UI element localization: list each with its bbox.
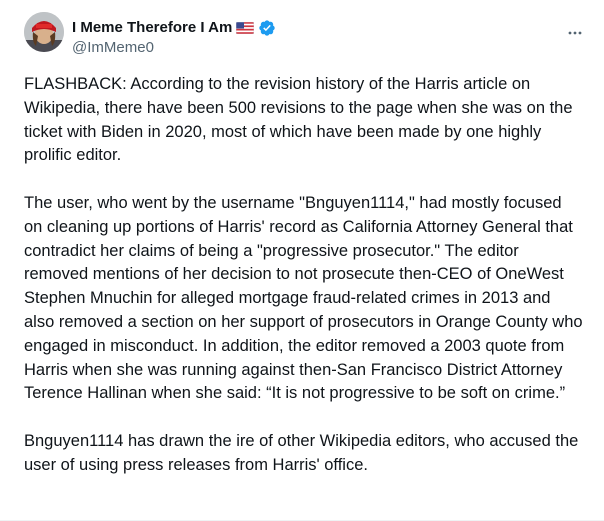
tweet-text: FLASHBACK: According to the revision his… — [24, 73, 584, 478]
display-name[interactable]: I Meme Therefore I Am — [72, 18, 232, 38]
verified-badge-icon[interactable] — [258, 19, 276, 37]
more-options-icon — [567, 25, 583, 46]
user-handle[interactable]: @ImMeme0 — [72, 38, 276, 58]
more-options-button[interactable] — [564, 24, 586, 46]
tweet-paragraph: FLASHBACK: According to the revision his… — [24, 75, 573, 165]
name-row: I Meme Therefore I Am — [72, 18, 276, 38]
avatar[interactable] — [24, 12, 64, 52]
tweet-header: I Meme Therefore I Am @ImMeme0 — [24, 12, 588, 60]
tweet-paragraph: Bnguyen1114 has drawn the ire of other W… — [24, 431, 579, 474]
tweet-paragraph: The user, who went by the username "Bngu… — [24, 193, 583, 403]
tweet-card[interactable]: I Meme Therefore I Am @ImMeme0 FLASHBACK… — [0, 0, 604, 521]
author-names: I Meme Therefore I Am @ImMeme0 — [72, 18, 276, 58]
us-flag-icon — [236, 21, 255, 35]
